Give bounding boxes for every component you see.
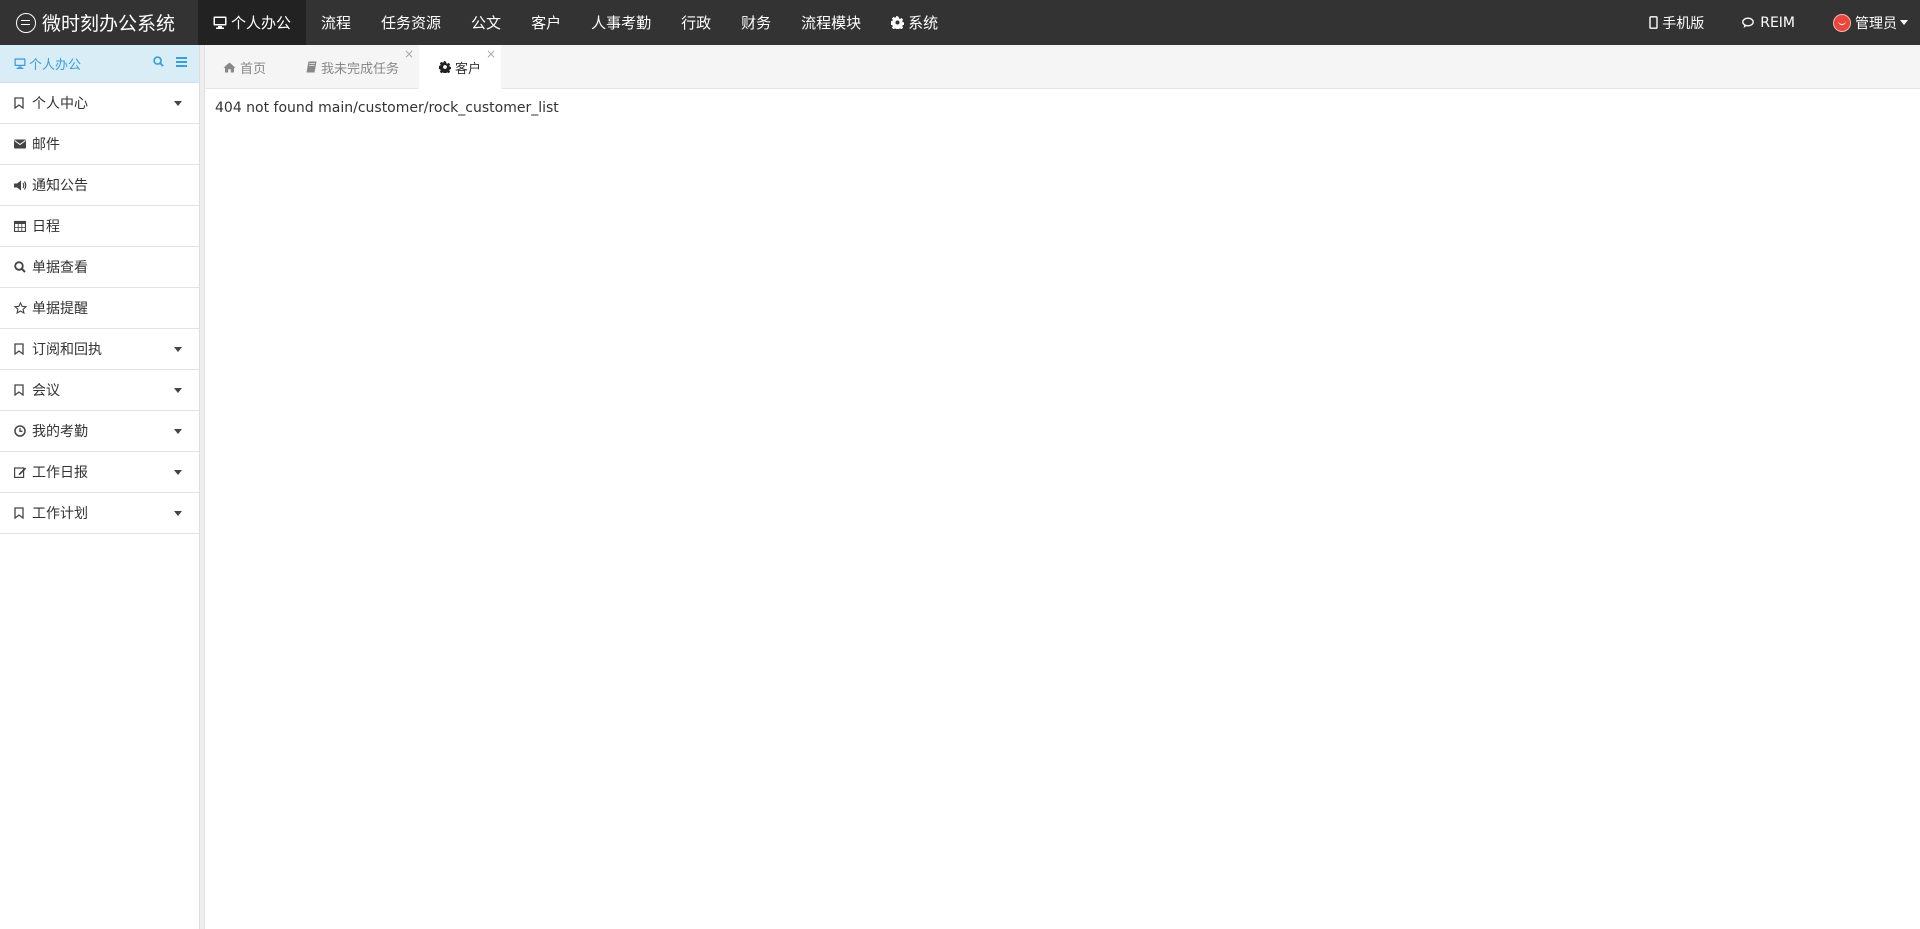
volume-icon [14, 180, 29, 191]
tab-label: 客户 [455, 61, 482, 77]
sidebar-item-schedule[interactable]: 日程 [0, 206, 199, 247]
caret-down-icon [174, 387, 182, 393]
mobile-label: 手机版 [1662, 15, 1705, 32]
nav-item-admin[interactable]: 行政 [666, 0, 726, 45]
chevron-down-icon [1900, 20, 1908, 25]
sidebar-item-meetings[interactable]: 会议 [0, 370, 199, 411]
sidebar-item-personal-center[interactable]: 个人中心 [0, 83, 199, 124]
nav-item-label: 任务资源 [381, 14, 442, 32]
sidebar-item-label: 工作日报 [32, 465, 88, 481]
nav-item-documents[interactable]: 公文 [456, 0, 516, 45]
nav-item-system[interactable]: 系统 [876, 0, 953, 45]
top-navbar: 微时刻办公系统 个人办公 流程 任务资源 公文 客户 人事考勤 行政 财务 流程… [0, 0, 1920, 45]
nav-item-label: 人事考勤 [591, 14, 652, 32]
nav-item-label: 流程 [321, 14, 352, 32]
nav-item-label: 系统 [908, 14, 939, 32]
sidebar-item-label: 我的考勤 [32, 424, 88, 440]
sidebar-item-label: 工作计划 [32, 506, 88, 522]
sidebar-item-document-view[interactable]: 单据查看 [0, 247, 199, 288]
gear-icon [891, 16, 905, 29]
book-icon [306, 61, 317, 73]
sidebar-item-label: 邮件 [32, 137, 60, 153]
sidebar-item-label: 单据查看 [32, 260, 88, 276]
star-icon [14, 302, 29, 314]
app-brand[interactable]: 微时刻办公系统 [0, 0, 198, 45]
chat-bubbles-icon [1742, 17, 1756, 29]
user-name: 管理员 [1855, 15, 1897, 32]
sidebar-splitter[interactable] [200, 45, 205, 929]
gear-icon [439, 61, 452, 73]
sidebar-item-label: 单据提醒 [32, 301, 88, 317]
nav-item-customer[interactable]: 客户 [516, 0, 576, 45]
sidebar-item-label: 通知公告 [32, 178, 88, 194]
bookmark-icon [14, 97, 29, 109]
chat-logo-icon [16, 12, 36, 33]
tab-label: 我未完成任务 [321, 61, 400, 77]
reim-link[interactable]: REIM [1730, 0, 1807, 45]
nav-item-flow[interactable]: 流程 [306, 0, 366, 45]
bookmark-icon [14, 507, 29, 519]
menu-icon[interactable] [176, 56, 187, 71]
sidebar-item-attendance[interactable]: 我的考勤 [0, 411, 199, 452]
caret-down-icon [174, 469, 182, 475]
nav-item-personal-office[interactable]: 个人办公 [198, 0, 307, 45]
sidebar-item-daily-report[interactable]: 工作日报 [0, 452, 199, 493]
caret-down-icon [174, 346, 182, 352]
bookmark-icon [14, 384, 29, 396]
nav-item-label: 行政 [681, 14, 712, 32]
sidebar-item-mail[interactable]: 邮件 [0, 124, 199, 165]
nav-item-label: 财务 [741, 14, 772, 32]
calendar-icon [14, 220, 29, 232]
sidebar-header: 个人办公 [0, 45, 199, 83]
tab-customer[interactable]: 客户 × [419, 45, 502, 89]
nav-item-label: 公文 [471, 14, 502, 32]
tab-my-unfinished-tasks[interactable]: 我未完成任务 × [286, 45, 419, 89]
nav-item-label: 客户 [531, 14, 562, 32]
edit-icon [14, 466, 29, 478]
main-nav: 个人办公 流程 任务资源 公文 客户 人事考勤 行政 财务 流程模块 系统 [198, 0, 953, 45]
nav-item-flow-modules[interactable]: 流程模块 [786, 0, 876, 45]
avatar [1833, 13, 1851, 32]
tab-bar: 首页 我未完成任务 × 客户 × [205, 45, 1920, 89]
reim-label: REIM [1760, 14, 1795, 31]
sidebar-item-notices[interactable]: 通知公告 [0, 165, 199, 206]
app-title: 微时刻办公系统 [42, 13, 176, 35]
user-menu[interactable]: 管理员 [1821, 0, 1920, 45]
caret-down-icon [174, 428, 182, 434]
clock-icon [14, 425, 29, 437]
sidebar-title: 个人办公 [29, 58, 82, 73]
nav-item-label: 流程模块 [801, 14, 862, 32]
envelope-icon [14, 139, 29, 149]
caret-down-icon [174, 510, 182, 516]
home-icon [223, 62, 236, 73]
monitor-icon [213, 16, 227, 29]
nav-item-finance[interactable]: 财务 [726, 0, 786, 45]
error-message: 404 not found main/customer/rock_custome… [215, 100, 559, 116]
mobile-version-link[interactable]: 手机版 [1637, 0, 1716, 45]
nav-item-label: 个人办公 [231, 14, 292, 32]
sidebar-item-document-reminders[interactable]: 单据提醒 [0, 288, 199, 329]
mobile-icon [1649, 16, 1658, 29]
caret-down-icon [174, 100, 182, 106]
nav-item-hr[interactable]: 人事考勤 [576, 0, 666, 45]
sidebar: 个人办公 个人中心 邮件 通知公告 日程 单据查看 单据提醒 订阅和回执 会议 … [0, 45, 200, 929]
nav-item-tasks[interactable]: 任务资源 [366, 0, 456, 45]
sidebar-item-subscriptions[interactable]: 订阅和回执 [0, 329, 199, 370]
sidebar-item-label: 个人中心 [32, 96, 88, 112]
sidebar-item-work-plan[interactable]: 工作计划 [0, 493, 199, 534]
sidebar-item-label: 日程 [32, 219, 60, 235]
sidebar-item-label: 会议 [32, 383, 60, 399]
tab-label: 首页 [240, 61, 267, 77]
tab-home[interactable]: 首页 [205, 45, 286, 89]
search-icon [14, 261, 29, 273]
right-nav: 手机版 REIM 管理员 [1623, 0, 1920, 45]
close-icon[interactable]: × [486, 48, 496, 60]
monitor-icon [14, 58, 26, 69]
bookmark-icon [14, 343, 29, 355]
close-icon[interactable]: × [404, 48, 414, 60]
sidebar-item-label: 订阅和回执 [32, 342, 102, 358]
search-icon[interactable] [153, 56, 164, 71]
